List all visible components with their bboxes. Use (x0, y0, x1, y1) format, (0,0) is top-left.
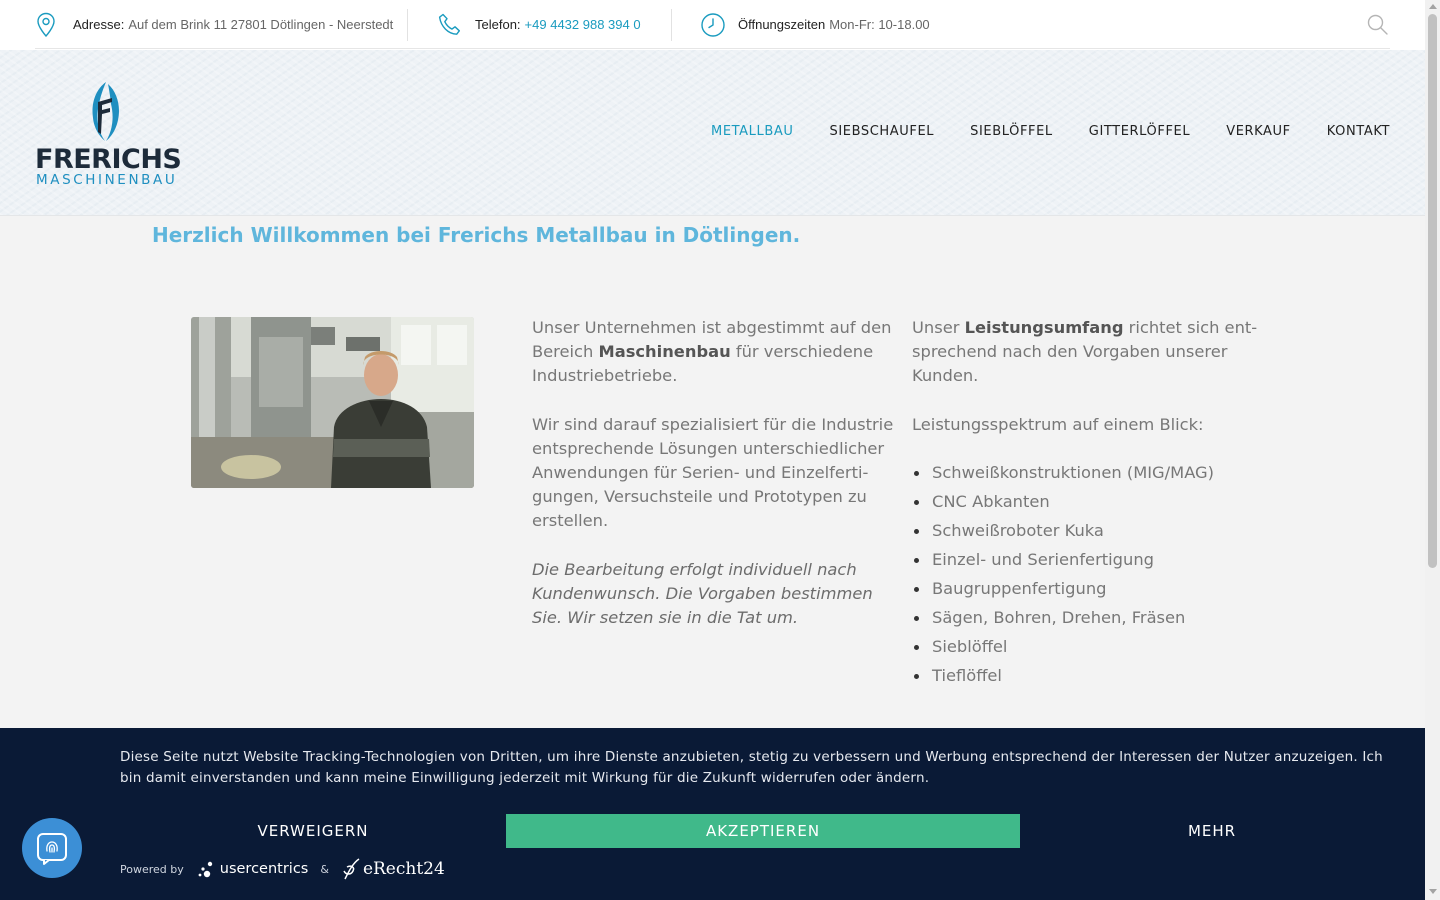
phone-info: Telefon: +49 4432 988 394 0 (437, 0, 641, 49)
logo-text: FRERICHS (35, 144, 182, 175)
hours-label: Öffnungszeiten (738, 17, 826, 32)
ampersand: & (320, 862, 329, 876)
cookie-consent-banner: Diese Seite nutzt Website Tracking-Techn… (0, 728, 1425, 900)
erecht24-mark-icon (343, 858, 360, 880)
cookie-message: Diese Seite nutzt Website Tracking-Techn… (120, 749, 1383, 786)
phone-label: Telefon: (475, 17, 521, 32)
search-icon (1367, 14, 1388, 35)
services-list: Schweißkonstruktionen (MIG/MAG) CNC Abka… (912, 461, 1272, 693)
nav-item-verkauf[interactable]: VERKAUF (1226, 124, 1291, 139)
list-item: Schweißkonstruktionen (MIG/MAG) (912, 461, 1272, 490)
processing-paragraph: Die Bearbeitung erfolgt individuell nach… (532, 560, 873, 627)
address-value: Auf dem Brink 11 27801 Dötlingen - Neers… (128, 17, 394, 32)
list-item: CNC Abkanten (912, 490, 1272, 519)
powered-by: Powered by usercentrics & eRecht24 (120, 854, 445, 884)
divider (671, 9, 672, 41)
phone-icon (438, 13, 460, 35)
address-info: Adresse: Auf dem Brink 11 27801 Dötlinge… (35, 0, 393, 49)
site-logo[interactable]: FRERICHS MASCHINENBAU (35, 80, 182, 188)
usercentrics-dots-icon (198, 861, 212, 878)
deny-button[interactable]: VERWEIGERN (120, 814, 506, 848)
page-title: Herzlich Willkommen bei Frerichs Metallb… (152, 223, 801, 247)
list-item: Tieflöffel (912, 664, 1272, 693)
intro-column: Unser Unternehmen ist abgestimmt auf den… (532, 316, 894, 655)
services-column: Unser Leistungsumfang richtet sich ent-s… (912, 316, 1272, 693)
services-intro: Leistungsspektrum auf einem Blick: (912, 415, 1204, 434)
hours-info: Öffnungszeiten Mon-Fr: 10-18.00 (700, 0, 930, 49)
search-button[interactable] (1366, 13, 1390, 37)
list-item: Schweißroboter Kuka (912, 519, 1272, 548)
logo-subtext: MASCHINENBAU (36, 172, 178, 188)
more-button[interactable]: MEHR (1020, 814, 1404, 848)
erecht24-logo[interactable]: eRecht24 (341, 857, 445, 881)
scroll-up-icon[interactable] (1429, 4, 1437, 9)
nav-item-metallbau[interactable]: METALLBAU (711, 124, 793, 139)
accept-button[interactable]: AKZEPTIEREN (506, 814, 1020, 848)
list-item: Sägen, Bohren, Drehen, Fräsen (912, 606, 1272, 635)
main-navigation: METALLBAU SIEBSCHAUFEL SIEBLÖFFEL GITTER… (675, 124, 1390, 139)
nav-item-kontakt[interactable]: KONTAKT (1327, 124, 1390, 139)
scroll-down-icon[interactable] (1429, 889, 1437, 894)
site-header: FRERICHS MASCHINENBAU METALLBAU SIEBSCHA… (0, 50, 1425, 216)
nav-item-gitterloeffel[interactable]: GITTERLÖFFEL (1089, 124, 1190, 139)
divider (407, 9, 408, 41)
nav-item-siebloeffel[interactable]: SIEBLÖFFEL (970, 124, 1053, 139)
top-info-bar: Adresse: Auf dem Brink 11 27801 Dötlinge… (0, 0, 1425, 50)
list-item: Sieblöffel (912, 635, 1272, 664)
logo-mark-icon (92, 82, 119, 141)
usercentrics-logo[interactable]: usercentrics (196, 858, 308, 880)
highlight-maschinenbau: Maschinenbau (598, 342, 731, 361)
scrollbar-thumb[interactable] (1428, 14, 1437, 568)
hours-value: Mon-Fr: 10-18.00 (829, 17, 930, 32)
highlight-leistungsumfang: Leistungsumfang (964, 318, 1124, 337)
powered-by-label: Powered by (120, 862, 184, 876)
intro-paragraph: Unser Unternehmen ist abgestimmt auf den… (532, 318, 892, 385)
nav-item-siebschaufel[interactable]: SIEBSCHAUFEL (829, 124, 934, 139)
phone-link[interactable]: +49 4432 988 394 0 (525, 17, 641, 32)
clock-icon (701, 12, 725, 37)
privacy-settings-button[interactable] (22, 818, 82, 878)
address-label: Adresse: (73, 17, 125, 32)
list-item: Einzel- und Serienfertigung (912, 548, 1272, 577)
scope-paragraph: Unser Leistungsumfang richtet sich ent-s… (912, 318, 1258, 385)
location-pin-icon (37, 12, 55, 37)
workshop-photo (191, 317, 474, 488)
list-item: Baugruppenfertigung (912, 577, 1272, 606)
fingerprint-icon (37, 833, 67, 865)
specialization-paragraph: Wir sind darauf spezialisiert für die In… (532, 415, 894, 530)
page-scrollbar[interactable] (1425, 0, 1440, 900)
